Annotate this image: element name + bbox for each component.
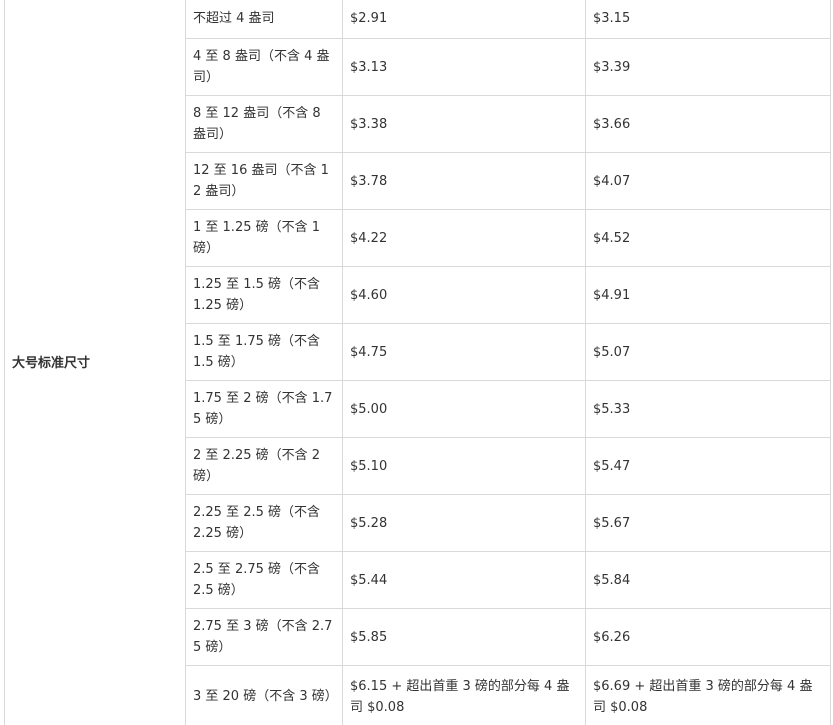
fee-table-body: 大号标准尺寸 不超过 4 盎司 $2.91 $3.15 4 至 8 盎司（不含 … [4, 0, 831, 725]
weight-range-cell: 2.5 至 2.75 磅（不含 2.5 磅） [185, 551, 343, 609]
table-row: 大号标准尺寸 不超过 4 盎司 $2.91 $3.15 [4, 0, 831, 725]
weight-range-cell: 1.5 至 1.75 磅（不含 1.5 磅） [185, 323, 343, 381]
weight-range-cell: 12 至 16 盎司（不含 12 盎司） [185, 152, 343, 210]
fee-table-viewport: 大号标准尺寸 不超过 4 盎司 $2.91 $3.15 4 至 8 盎司（不含 … [0, 0, 833, 725]
weight-range-cell: 2.75 至 3 磅（不含 2.75 磅） [185, 608, 343, 666]
fee-cell-a: $5.28 [342, 494, 586, 552]
weight-range-cell: 1.75 至 2 磅（不含 1.75 磅） [185, 380, 343, 438]
fee-cell-b: $5.07 [585, 323, 831, 381]
fee-cell-a: $5.44 [342, 551, 586, 609]
fee-cell-b: $3.15 [585, 0, 831, 39]
fee-cell-a: $5.85 [342, 608, 586, 666]
weight-range-cell: 1.25 至 1.5 磅（不含 1.25 磅） [185, 266, 343, 324]
fee-cell-a: $2.91 [342, 0, 586, 39]
fee-cell-b: $4.91 [585, 266, 831, 324]
weight-range-cell: 2 至 2.25 磅（不含 2 磅） [185, 437, 343, 495]
fee-cell-b: $6.26 [585, 608, 831, 666]
fee-cell-a: $4.22 [342, 209, 586, 267]
fee-cell-a: $5.10 [342, 437, 586, 495]
fee-cell-a: $5.00 [342, 380, 586, 438]
fee-cell-a: $3.78 [342, 152, 586, 210]
fee-cell-b: $4.52 [585, 209, 831, 267]
fee-cell-a: $3.13 [342, 38, 586, 96]
fee-cell-b: $4.07 [585, 152, 831, 210]
fee-cell-b: $5.33 [585, 380, 831, 438]
fee-cell-b: $5.84 [585, 551, 831, 609]
weight-range-cell: 3 至 20 磅（不含 3 磅） [185, 665, 343, 725]
weight-range-cell: 1 至 1.25 磅（不含 1 磅） [185, 209, 343, 267]
fee-cell-b: $3.66 [585, 95, 831, 153]
weight-range-cell: 8 至 12 盎司（不含 8 盎司） [185, 95, 343, 153]
fee-cell-b: $5.47 [585, 437, 831, 495]
weight-range-cell: 2.25 至 2.5 磅（不含 2.25 磅） [185, 494, 343, 552]
fee-cell-a: $6.15 + 超出首重 3 磅的部分每 4 盎司 $0.08 [342, 665, 586, 725]
fee-cell-a: $4.60 [342, 266, 586, 324]
weight-range-cell: 不超过 4 盎司 [185, 0, 343, 39]
fee-cell-b: $5.67 [585, 494, 831, 552]
fee-cell-b: $6.69 + 超出首重 3 磅的部分每 4 盎司 $0.08 [585, 665, 831, 725]
fee-cell-a: $4.75 [342, 323, 586, 381]
fee-cell-b: $3.39 [585, 38, 831, 96]
size-tier-cell: 大号标准尺寸 [4, 0, 186, 725]
fee-cell-a: $3.38 [342, 95, 586, 153]
fulfillment-fee-table: 大号标准尺寸 不超过 4 盎司 $2.91 $3.15 4 至 8 盎司（不含 … [4, 0, 831, 725]
weight-range-cell: 4 至 8 盎司（不含 4 盎司） [185, 38, 343, 96]
